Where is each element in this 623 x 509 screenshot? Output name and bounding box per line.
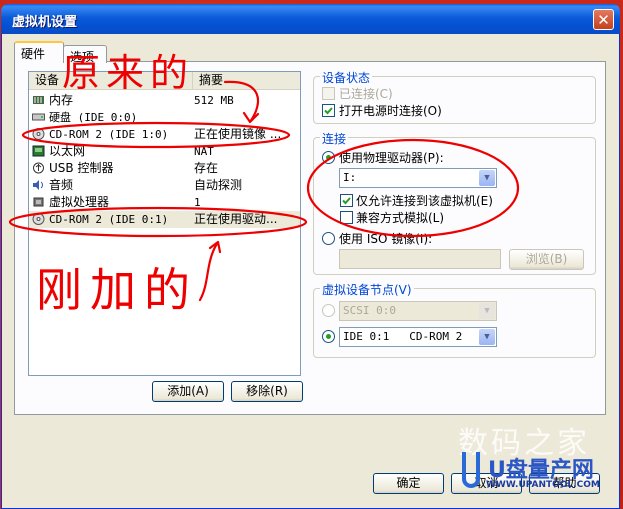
- tab-hardware[interactable]: 硬件: [14, 41, 64, 62]
- annotation-circle-original: [21, 121, 291, 149]
- annotation-circle-connection: [306, 138, 520, 238]
- annotation-arrow-bottom: [198, 240, 222, 302]
- annotation-original-text: 原来的: [62, 51, 195, 95]
- watermark-logo-icon: [462, 452, 480, 488]
- annotation-circle-new: [8, 206, 308, 238]
- watermark-url: WWW.UPANTOOL.COM: [486, 480, 600, 490]
- annotation-new-text: 刚加的: [36, 263, 198, 317]
- annotation-arrow-top: [223, 80, 260, 124]
